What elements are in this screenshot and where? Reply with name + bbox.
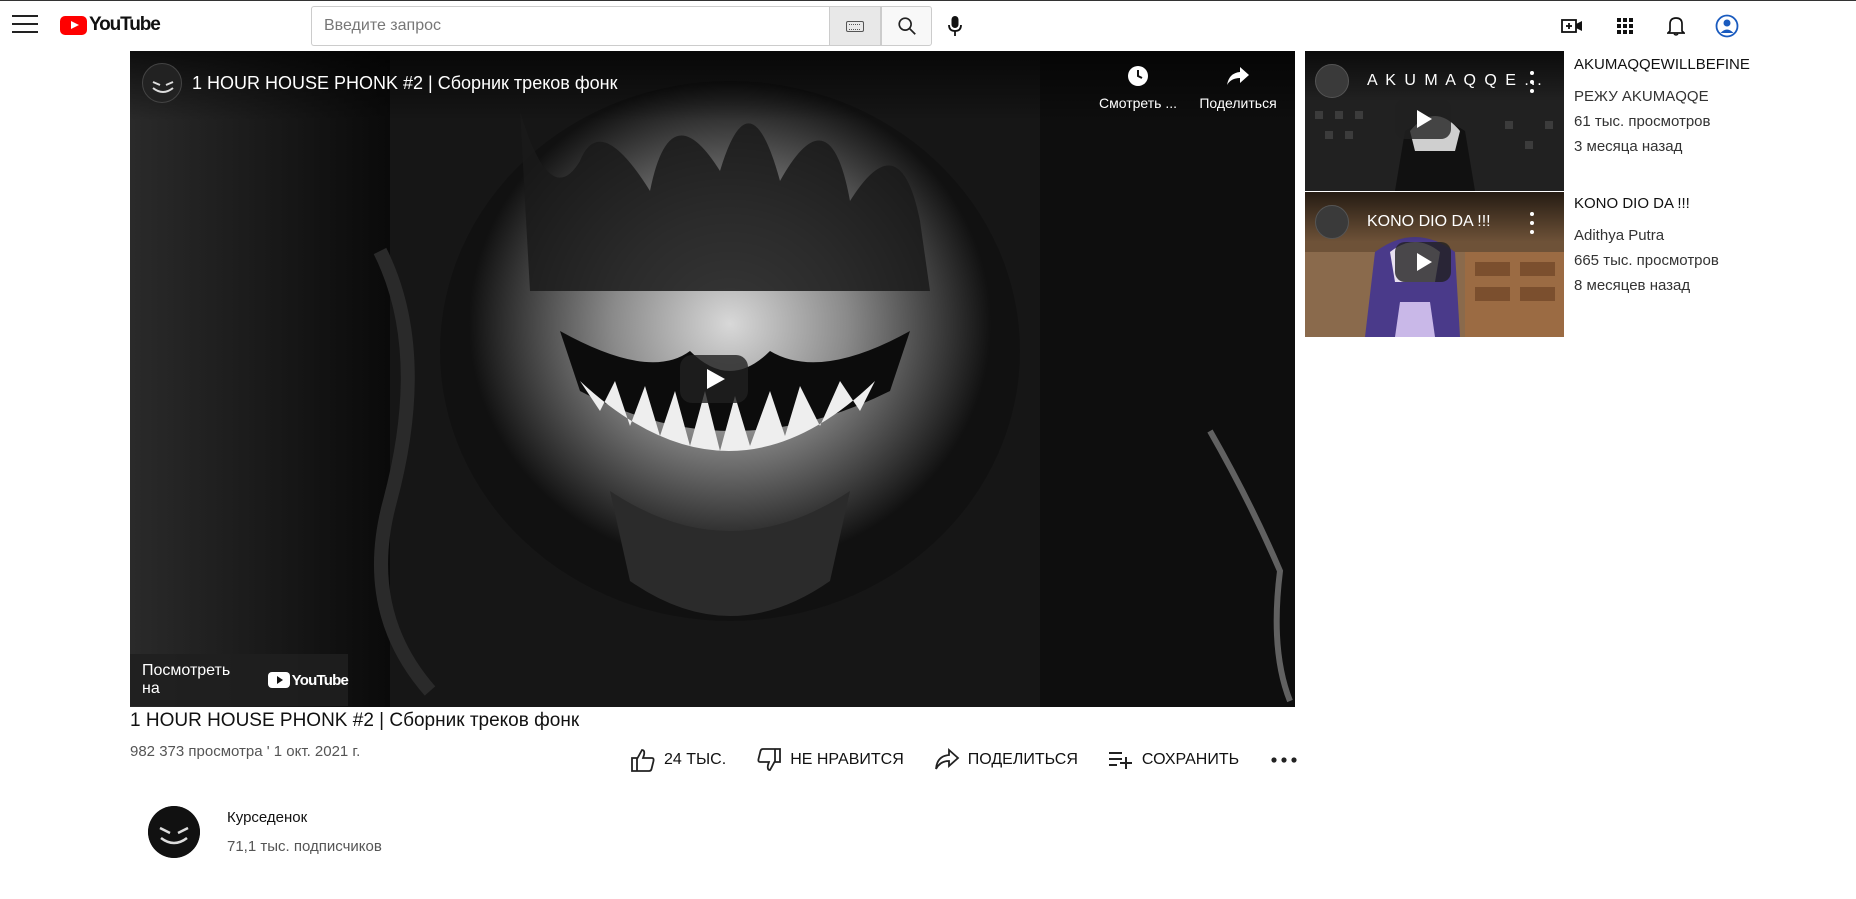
video-player[interactable]: 1 HOUR HOUSE PHONK #2 | Сборник треков ф…: [130, 51, 1295, 707]
share-button[interactable]: ПОДЕЛИТЬСЯ: [934, 748, 1078, 772]
create-video-icon: [1561, 19, 1582, 33]
apps-grid-icon: [1617, 18, 1633, 34]
channel-subscribers: 71,1 тыс. подписчиков: [227, 838, 382, 855]
related-video-thumbnail[interactable]: KONO DIO DA !!!: [1305, 192, 1564, 337]
related-video-channel: РЕЖУ AKUMAQQE: [1574, 88, 1709, 105]
more-actions-button[interactable]: [1269, 750, 1299, 770]
video-title: 1 HOUR HOUSE PHONK #2 | Сборник треков ф…: [130, 710, 580, 731]
channel-name[interactable]: Курседенок: [227, 809, 307, 826]
thumbnail-play-icon: [1395, 242, 1451, 282]
youtube-logo-text: YouTube: [89, 14, 161, 35]
thumbs-up-icon: [631, 749, 655, 772]
player-share-button[interactable]: Поделиться: [1188, 63, 1288, 111]
share-label: ПОДЕЛИТЬСЯ: [967, 751, 1078, 768]
share-icon: [934, 748, 960, 770]
more-horizontal-icon: [1271, 757, 1297, 763]
notifications-button[interactable]: [1661, 11, 1691, 41]
microphone-icon: [948, 16, 962, 36]
keyboard-icon: [846, 20, 864, 32]
play-button[interactable]: [680, 355, 748, 403]
bell-icon: [1667, 17, 1685, 36]
related-video-title[interactable]: AKUMAQQEWILLBEFINE: [1574, 56, 1774, 73]
related-video-thumbnail[interactable]: A K U M A Q Q E ...: [1305, 51, 1564, 191]
save-button[interactable]: СОХРАНИТЬ: [1108, 749, 1239, 771]
watch-on-label: Посмотреть на: [142, 662, 231, 697]
search-box: [311, 6, 829, 46]
voice-search-button[interactable]: [940, 11, 970, 41]
related-video-age: 3 месяца назад: [1574, 138, 1683, 155]
top-bar: YouTube: [0, 0, 1856, 52]
player-share-label: Поделиться: [1199, 95, 1277, 111]
related-video-views: 61 тыс. просмотров: [1574, 113, 1711, 130]
thumbnail-title: A K U M A Q Q E ...: [1367, 72, 1544, 89]
youtube-mini-logo: YouTube: [267, 671, 349, 689]
like-count: 24 ТЫС.: [664, 751, 727, 768]
dislike-label: НЕ НРАВИТСЯ: [790, 751, 904, 768]
save-label: СОХРАНИТЬ: [1141, 751, 1240, 768]
more-vertical-icon[interactable]: [1526, 71, 1538, 93]
related-video-channel: Adithya Putra: [1574, 227, 1665, 244]
search-input[interactable]: [312, 7, 829, 45]
clock-icon: [1128, 66, 1148, 86]
player-title[interactable]: 1 HOUR HOUSE PHONK #2 | Сборник треков ф…: [192, 73, 618, 94]
thumbs-down-icon: [757, 748, 782, 771]
dislike-button[interactable]: НЕ НРАВИТСЯ: [756, 747, 904, 773]
create-video-button[interactable]: [1557, 11, 1587, 41]
keyboard-button[interactable]: [829, 6, 881, 46]
related-video-info: AKUMAQQEWILLBEFINE РЕЖУ AKUMAQQE 61 тыс.…: [1574, 51, 1774, 155]
channel-avatar[interactable]: [148, 806, 200, 858]
grin-face-icon: [148, 806, 200, 858]
search-icon: [897, 17, 916, 35]
related-video-item[interactable]: A K U M A Q Q E ... AKUMAQQEWILLBEFINE Р…: [1305, 51, 1765, 191]
apps-button[interactable]: [1610, 11, 1640, 41]
playlist-add-icon: [1108, 752, 1132, 769]
youtube-mini-logo-text: YouTube: [291, 671, 349, 689]
related-video-title[interactable]: KONO DIO DA !!!: [1574, 195, 1774, 212]
related-channel-avatar: [1315, 205, 1349, 239]
account-button[interactable]: [1712, 11, 1742, 41]
watch-later-label: Смотреть ...: [1099, 95, 1177, 111]
youtube-logo[interactable]: YouTube: [60, 14, 161, 36]
watch-on-youtube-button[interactable]: Посмотреть на YouTube: [130, 654, 349, 706]
grin-face-icon: [152, 81, 174, 93]
more-vertical-icon[interactable]: [1526, 212, 1538, 234]
related-channel-avatar: [1315, 64, 1349, 98]
thumbnail-title: KONO DIO DA !!!: [1367, 213, 1491, 230]
share-arrow-icon: [1227, 67, 1249, 85]
related-video-info: KONO DIO DA !!! Adithya Putra 665 тыс. п…: [1574, 192, 1774, 294]
watch-later-button[interactable]: Смотреть ...: [1093, 63, 1183, 111]
like-button[interactable]: 24 ТЫС.: [630, 747, 726, 773]
related-video-age: 8 месяцев назад: [1574, 277, 1691, 294]
related-video-views: 665 тыс. просмотров: [1574, 252, 1719, 269]
video-actions: 24 ТЫС. НЕ НРАВИТСЯ ПОДЕЛИТЬСЯ СОХРАНИТЬ: [630, 742, 1299, 778]
player-channel-avatar[interactable]: [142, 63, 182, 103]
youtube-mini-logo-icon: [267, 672, 290, 688]
related-video-item[interactable]: KONO DIO DA !!! KONO DIO DA !!! Adithya …: [1305, 192, 1765, 337]
menu-icon[interactable]: [12, 15, 38, 35]
search-button[interactable]: [881, 6, 932, 46]
video-meta: 982 373 просмотра ' 1 окт. 2021 г.: [130, 743, 361, 760]
account-icon: [1715, 14, 1739, 38]
youtube-logo-icon: [60, 15, 87, 35]
thumbnail-play-icon: [1395, 99, 1451, 139]
